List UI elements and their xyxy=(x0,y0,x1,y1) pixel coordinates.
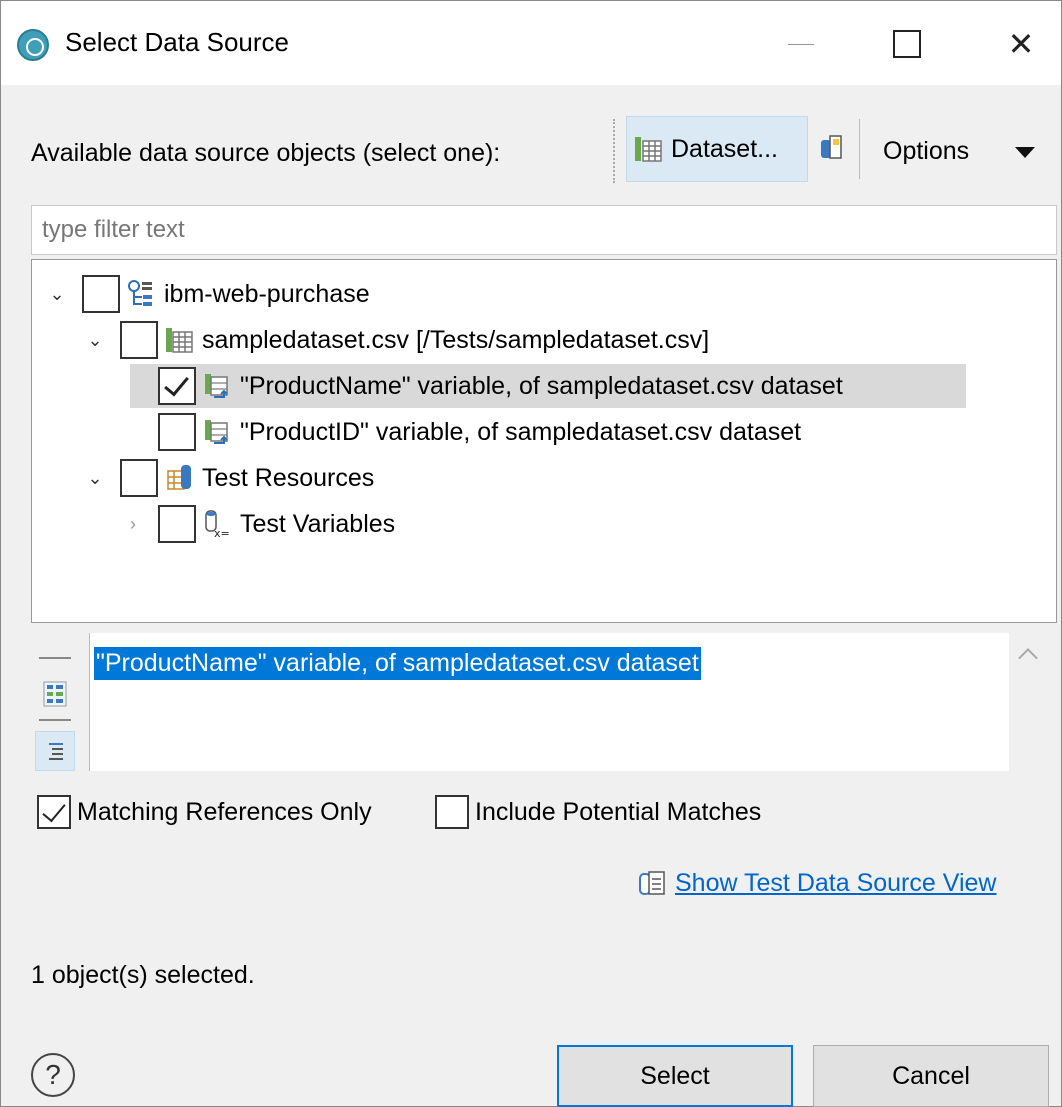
tree-layout-icon[interactable] xyxy=(43,681,67,707)
tree-checkbox-checked[interactable] xyxy=(158,367,196,405)
close-icon: ✕ xyxy=(1007,26,1035,62)
tree-item-label: ibm-web-purchase xyxy=(164,279,370,308)
tree-row-sampledataset[interactable]: ⌄ sampledataset.csv [/Tests/sampledatase… xyxy=(82,318,709,362)
expand-chevron-icon[interactable]: ⌄ xyxy=(82,465,108,491)
tree-row-test-variables[interactable]: › x= Test Variables xyxy=(120,502,395,546)
tree-row-productname[interactable]: "ProductName" variable, of sampledataset… xyxy=(130,364,966,408)
dataset-icon xyxy=(635,137,662,162)
tree-checkbox[interactable] xyxy=(158,505,196,543)
test-variables-icon: x= xyxy=(205,510,230,539)
selection-status: 1 object(s) selected. xyxy=(31,961,255,989)
tree-checkbox[interactable] xyxy=(82,275,120,313)
show-test-data-source-view-link[interactable]: Show Test Data Source View xyxy=(675,869,996,898)
text-view-button[interactable] xyxy=(35,731,75,771)
matching-references-only-label: Matching References Only xyxy=(77,797,372,826)
title-bar: Select Data Source ✕ xyxy=(1,1,1061,85)
dataset-button-label: Dataset... xyxy=(671,134,778,163)
tree-row-test-resources[interactable]: ⌄ Test Resources xyxy=(82,456,374,500)
select-button[interactable]: Select xyxy=(557,1045,793,1107)
maximize-button[interactable] xyxy=(877,19,937,69)
toolbar-separator xyxy=(859,119,860,179)
options-menu[interactable]: Options xyxy=(883,137,969,166)
cancel-button[interactable]: Cancel xyxy=(813,1045,1049,1107)
available-objects-label: Available data source objects (select on… xyxy=(31,139,501,167)
checkbox-unchecked[interactable] xyxy=(435,795,469,829)
tree-item-label: sampledataset.csv [/Tests/sampledataset.… xyxy=(202,325,710,354)
data-source-tree: ⌄ ibm-web-purchase ⌄ sampledataset.csv [… xyxy=(31,259,1057,623)
chevron-right-icon[interactable]: › xyxy=(120,511,146,537)
tree-row-productid[interactable]: "ProductID" variable, of sampledataset.c… xyxy=(130,410,801,454)
matching-references-only-checkbox[interactable]: Matching References Only xyxy=(37,795,372,829)
tree-checkbox[interactable] xyxy=(120,321,158,359)
test-suite-icon xyxy=(128,280,152,306)
tree-checkbox[interactable] xyxy=(158,413,196,451)
checkbox-checked[interactable] xyxy=(37,795,71,829)
dataset-variable-icon xyxy=(205,374,228,398)
help-icon[interactable]: ? xyxy=(31,1053,75,1097)
dataset-variable-icon xyxy=(205,420,228,444)
data-source-icon[interactable] xyxy=(819,134,843,162)
filter-input[interactable] xyxy=(31,205,1057,255)
expand-chevron-icon[interactable]: ⌄ xyxy=(44,281,70,307)
tree-row-ibm-web-purchase[interactable]: ⌄ ibm-web-purchase xyxy=(44,272,370,316)
divider xyxy=(39,719,71,721)
dataset-button[interactable]: Dataset... xyxy=(626,116,808,182)
preview-toolbar xyxy=(31,635,81,773)
include-potential-matches-label: Include Potential Matches xyxy=(475,797,762,826)
select-data-source-dialog: Select Data Source ✕ Available data sour… xyxy=(0,0,1062,1107)
close-button[interactable]: ✕ xyxy=(991,19,1051,69)
chevron-down-icon[interactable] xyxy=(1015,147,1035,158)
tree-item-label: "ProductID" variable, of sampledataset.c… xyxy=(240,417,802,446)
include-potential-matches-checkbox[interactable]: Include Potential Matches xyxy=(435,795,761,829)
tree-item-label: "ProductName" variable, of sampledataset… xyxy=(240,371,843,400)
test-resources-icon xyxy=(167,465,191,490)
preview-selected-text[interactable]: "ProductName" variable, of sampledataset… xyxy=(94,647,701,680)
show-test-data-source-view[interactable]: Show Test Data Source View xyxy=(637,869,996,898)
tree-item-label: Test Resources xyxy=(202,463,375,492)
dialog-title: Select Data Source xyxy=(65,27,290,57)
svg-text:x=: x= xyxy=(214,527,230,539)
expand-chevron-icon[interactable]: ⌄ xyxy=(82,327,108,353)
minimize-button[interactable] xyxy=(771,19,831,69)
text-lines-icon xyxy=(49,743,63,760)
tree-item-label: Test Variables xyxy=(240,509,396,538)
divider xyxy=(39,657,71,659)
tree-checkbox[interactable] xyxy=(120,459,158,497)
dataset-icon xyxy=(166,328,193,353)
data-source-view-icon xyxy=(639,870,665,895)
toolbar-grip xyxy=(613,119,615,183)
app-icon xyxy=(17,29,49,61)
selection-preview[interactable]: "ProductName" variable, of sampledataset… xyxy=(89,633,1009,771)
